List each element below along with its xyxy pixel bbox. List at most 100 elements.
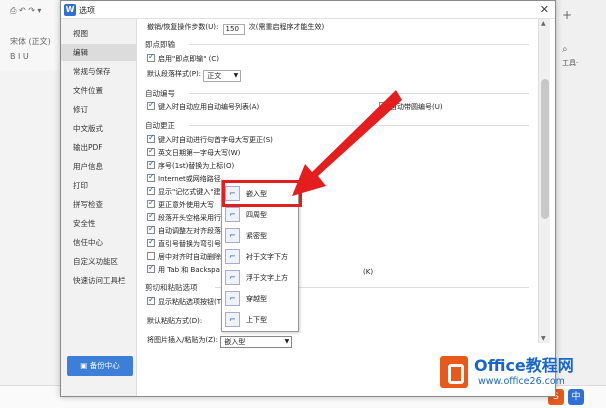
background-toolbar: ⎙ ↶ ↷ ▾ 宋体 (正文) B I U xyxy=(0,0,62,70)
dropdown-option-label: 紧密型 xyxy=(246,232,267,240)
auto-numbered-list-row[interactable]: 键入时自动应用自动编号列表(A) xyxy=(147,100,259,112)
default-paste-label: 默认粘贴方式(D): xyxy=(147,317,203,325)
chevron-down-icon: ▼ xyxy=(233,72,239,79)
ac-checkbox[interactable] xyxy=(147,252,155,260)
undo-steps-row: 撤销/恢复操作步数(U): 150 次(需重启程序才能生效) xyxy=(147,22,324,35)
ac-label: 显示"记忆式键入"建 xyxy=(158,188,221,196)
ac-row-1[interactable]: 英文日期第一字母大写(W) xyxy=(147,146,240,158)
backup-icon: ▣ xyxy=(80,361,90,370)
ac-checkbox[interactable] xyxy=(147,224,155,234)
sidebar-item-general-save[interactable]: 常规与保存 xyxy=(61,63,137,80)
sidebar-item-spell-check[interactable]: 拼写检查 xyxy=(61,196,137,213)
auto-bullet-checkbox[interactable] xyxy=(379,100,387,110)
watermark-title: Office教程网 xyxy=(474,356,574,375)
background-right-panel: + ⌕ 工具· xyxy=(555,0,606,408)
sidebar-item-quick-access[interactable]: 快速访问工具栏 xyxy=(61,272,137,289)
auto-numbered-list-checkbox[interactable] xyxy=(147,100,155,110)
undo-steps-note: 次(需重启程序才能生效) xyxy=(248,23,325,31)
wps-logo-icon: W xyxy=(64,4,76,16)
dropdown-option-tight[interactable]: ⌐ 紧密型 xyxy=(222,226,298,247)
backup-center-label: 备份中心 xyxy=(89,361,120,370)
insert-picture-select[interactable]: 嵌入型 ▼ xyxy=(220,336,293,348)
auto-bullet-row[interactable]: 自动带圆编号(U) xyxy=(379,100,443,112)
scroll-thumb[interactable] xyxy=(541,79,549,219)
dialog-title: 选项 xyxy=(79,6,95,15)
new-tab-icon[interactable]: + xyxy=(562,8,572,22)
dropdown-option-label: 浮于文字上方 xyxy=(246,274,288,282)
dropdown-option-behind[interactable]: ⌐ 衬于文字下方 xyxy=(222,247,298,268)
ac-row-5[interactable]: 更正意外使用大写 xyxy=(147,198,214,210)
tools-menu[interactable]: 工具· xyxy=(562,58,578,68)
dropdown-option-square[interactable]: ⌐ 四周型 xyxy=(222,205,298,226)
enable-click-type-label: 启用"即点即输" (C) xyxy=(158,55,220,63)
find-replace-icon[interactable]: ⌕ xyxy=(562,44,568,55)
ac-row-9[interactable]: 居中对齐时自动删除 xyxy=(147,252,221,262)
font-name-box[interactable]: 宋体 (正文) xyxy=(10,36,51,47)
ac-checkbox[interactable] xyxy=(147,237,155,247)
ac-label: Internet或网络路径 xyxy=(158,175,221,183)
insert-picture-value: 嵌入型 xyxy=(224,338,246,346)
close-icon[interactable]: ✕ xyxy=(540,3,549,16)
ac-row-8[interactable]: 直引号替换为弯引号 xyxy=(147,237,221,249)
sidebar-item-file-location[interactable]: 文件位置 xyxy=(61,82,137,99)
auto-bullet-label: 自动带圆编号(U) xyxy=(390,103,443,111)
ac-row-4[interactable]: 显示"记忆式键入"建 xyxy=(147,185,221,197)
scroll-down-icon[interactable]: ▼ xyxy=(541,335,546,342)
ac-label: 用 Tab 和 Backspa xyxy=(158,266,220,274)
ac-row-2[interactable]: 序号(1st)替换为上标(O) xyxy=(147,159,234,171)
dropdown-option-top-bottom[interactable]: ⌐ 上下型 xyxy=(222,310,298,331)
sidebar-item-chinese-layout[interactable]: 中文版式 xyxy=(61,120,137,137)
enable-click-type-row[interactable]: 启用"即点即输" (C) xyxy=(147,52,220,64)
ac-label: 自动调整左对齐段落 xyxy=(158,227,221,235)
default-para-style-select[interactable]: 正文 ▼ xyxy=(203,70,242,82)
ac-checkbox[interactable] xyxy=(147,172,155,182)
sidebar-item-output-pdf[interactable]: 输出PDF xyxy=(61,139,137,156)
insert-picture-label: 将图片插入/粘贴为(Z): xyxy=(147,336,218,344)
show-paste-options-checkbox[interactable] xyxy=(147,295,155,305)
sidebar-item-security[interactable]: 安全性 xyxy=(61,215,137,232)
ac-checkbox[interactable] xyxy=(147,263,155,273)
section-divider xyxy=(189,44,529,45)
section-divider xyxy=(189,93,529,94)
enable-click-type-checkbox[interactable] xyxy=(147,52,155,62)
undo-steps-input[interactable]: 150 xyxy=(222,24,245,35)
show-paste-options-row[interactable]: 显示粘贴选项按钮(T xyxy=(147,295,221,307)
scroll-up-icon[interactable]: ▲ xyxy=(541,20,546,27)
font-style-buttons[interactable]: B I U xyxy=(10,52,29,61)
section-autonumber: 自动编号 xyxy=(145,89,175,98)
chevron-down-icon: ▼ xyxy=(284,338,290,345)
sidebar-item-edit[interactable]: 编辑 xyxy=(61,44,137,61)
ac-checkbox[interactable] xyxy=(147,159,155,169)
ac-label: 键入时自动进行句首字母大写更正(S) xyxy=(158,136,273,144)
dropdown-option-through[interactable]: ⌐ 穿越型 xyxy=(222,289,298,310)
sidebar-item-print[interactable]: 打印 xyxy=(61,177,137,194)
in-front-text-icon: ⌐ xyxy=(225,270,240,285)
ac-row-6[interactable]: 段落开头空格采用行 xyxy=(147,211,221,223)
dropdown-option-front[interactable]: ⌐ 浮于文字上方 xyxy=(222,268,298,289)
ac-checkbox[interactable] xyxy=(147,146,155,156)
dropdown-option-label: 穿越型 xyxy=(246,295,267,303)
ac-row-10[interactable]: 用 Tab 和 Backspa xyxy=(147,263,220,275)
section-paste: 剪切和粘贴选项 xyxy=(145,283,198,292)
default-para-style-label: 默认段落样式(P): xyxy=(147,70,202,78)
sidebar-item-revision[interactable]: 修订 xyxy=(61,101,137,118)
ac-checkbox[interactable] xyxy=(147,198,155,208)
sidebar-item-user-info[interactable]: 用户信息 xyxy=(61,158,137,175)
sidebar-item-view[interactable]: 视图 xyxy=(61,25,137,42)
ac-checkbox[interactable] xyxy=(147,185,155,195)
content-scrollbar[interactable]: ▲ ▼ xyxy=(538,19,550,343)
ac-row-3[interactable]: Internet或网络路径 xyxy=(147,172,221,184)
backup-center-button[interactable]: ▣ 备份中心 xyxy=(67,356,133,376)
dropdown-option-label: 衬于文字下方 xyxy=(246,253,288,261)
dropdown-option-label: 四周型 xyxy=(246,211,267,219)
sidebar-item-trust-center[interactable]: 信任中心 xyxy=(61,234,137,251)
ac-checkbox[interactable] xyxy=(147,211,155,221)
options-content: 撤销/恢复操作步数(U): 150 次(需重启程序才能生效) 即点即输 启用"即… xyxy=(141,19,547,396)
ac-row-7[interactable]: 自动调整左对齐段落 xyxy=(147,224,221,236)
ac-checkbox[interactable] xyxy=(147,133,155,143)
ac-label: 段落开头空格采用行 xyxy=(158,214,221,222)
ac-row-0[interactable]: 键入时自动进行句首字母大写更正(S) xyxy=(147,133,273,145)
default-para-style-value: 正文 xyxy=(207,72,222,80)
dialog-titlebar: W 选项 ✕ xyxy=(61,1,555,19)
sidebar-item-custom-ribbon[interactable]: 自定义功能区 xyxy=(61,253,137,270)
